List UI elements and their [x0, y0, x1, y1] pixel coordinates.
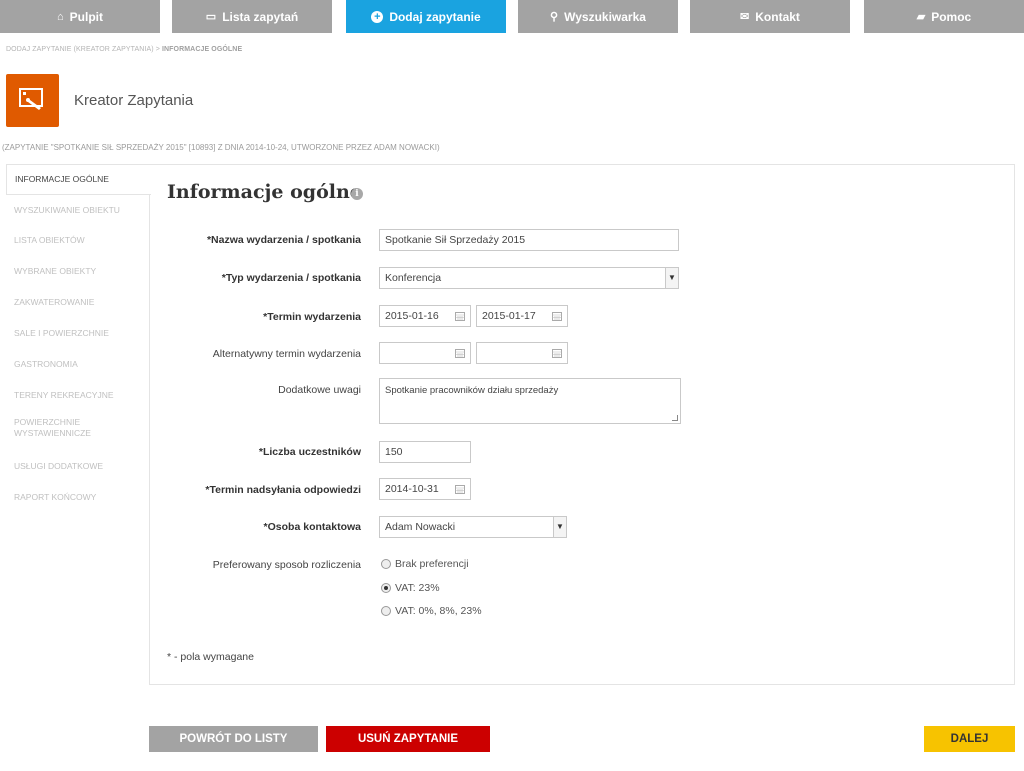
chevron-down-icon[interactable]: ▼ — [553, 517, 566, 537]
nav-pomoc[interactable]: ▰ Pomoc — [864, 0, 1024, 33]
breadcrumb-current: INFORMACJE OGÓLNE — [161, 46, 243, 53]
event-type-value: Konferencja — [385, 272, 442, 284]
home-icon: ⌂ — [57, 10, 64, 23]
participants-label: *Liczba uczestników — [258, 446, 361, 458]
alt-date-from-input[interactable] — [379, 342, 471, 364]
sidebar-item-tereny-rekreacyjne[interactable]: TERENY REKREACYJNE — [6, 380, 150, 411]
sidebar-item-informacje-ogolne[interactable]: INFORMACJE OGÓLNE — [6, 164, 151, 195]
breadcrumb-parent[interactable]: DODAJ ZAPYTANIE (KREATOR ZAPYTANIA) — [6, 46, 154, 53]
section-heading: Informacje ogólne — [167, 181, 362, 203]
resize-handle-icon[interactable] — [672, 415, 678, 421]
event-date-label: *Termin wydarzenia — [263, 311, 361, 323]
billing-option-vat-mixed[interactable]: VAT: 0%, 8%, 23% — [381, 605, 482, 617]
plus-circle-icon: + — [371, 10, 384, 23]
billing-option-vat23[interactable]: VAT: 23% — [381, 582, 440, 594]
nav-dodaj-zapytanie[interactable]: + Dodaj zapytanie — [346, 0, 506, 33]
radio-button[interactable] — [381, 606, 391, 616]
deadline-value: 2014-10-31 — [385, 483, 439, 495]
envelope-icon: ✉ — [740, 11, 750, 23]
sidebar-item-wyszukiwanie-obiektu[interactable]: WYSZUKIWANIE OBIEKTU — [6, 195, 150, 225]
wizard-icon — [19, 88, 43, 110]
breadcrumb-separator: > — [153, 46, 162, 53]
radio-button[interactable] — [381, 559, 391, 569]
top-navigation: ⌂ Pulpit ▭ Lista zapytań + Dodaj zapytan… — [0, 0, 1024, 33]
back-to-list-button[interactable]: POWRÓT DO LISTY — [149, 726, 318, 752]
sidebar-item-zakwaterowanie[interactable]: ZAKWATEROWANIE — [6, 287, 150, 318]
event-type-label: *Typ wydarzenia / spotkania — [221, 272, 361, 284]
nav-kontakt[interactable]: ✉ Kontakt — [690, 0, 850, 33]
nav-pulpit[interactable]: ⌂ Pulpit — [0, 0, 160, 33]
app-logo — [6, 74, 59, 127]
deadline-label: *Termin nadsyłania odpowiedzi — [205, 484, 361, 496]
nav-lista-zapytan[interactable]: ▭ Lista zapytań — [172, 0, 332, 33]
event-date-from-input[interactable]: 2015-01-16 — [379, 305, 471, 327]
sidebar-item-raport-koncowy[interactable]: RAPORT KOŃCOWY — [6, 482, 150, 513]
alt-date-label: Alternatywny termin wydarzenia — [212, 348, 361, 360]
nav-label: Pulpit — [69, 9, 103, 24]
wizard-sidebar: INFORMACJE OGÓLNE WYSZUKIWANIE OBIEKTU L… — [6, 164, 151, 513]
sidebar-item-lista-obiektow[interactable]: LISTA OBIEKTÓW — [6, 225, 150, 256]
billing-label: Preferowany sposob rozliczenia — [212, 559, 361, 571]
sidebar-item-gastronomia[interactable]: GASTRONOMIA — [6, 349, 150, 380]
notes-textarea[interactable]: Spotkanie pracowników działu sprzedaży — [379, 378, 681, 424]
nav-label: Lista zapytań — [222, 9, 299, 24]
notes-value: Spotkanie pracowników działu sprzedaży — [385, 385, 559, 396]
required-note: * - pola wymagane — [167, 651, 254, 663]
nav-wyszukiwarka[interactable]: ⚲ Wyszukiwarka — [518, 0, 678, 33]
event-type-select[interactable]: Konferencja ▼ — [379, 267, 679, 289]
calendar-icon[interactable] — [455, 348, 465, 358]
billing-option-label: Brak preferencji — [395, 558, 469, 570]
next-button[interactable]: DALEJ — [924, 726, 1015, 752]
alt-date-to-input[interactable] — [476, 342, 568, 364]
nav-label: Dodaj zapytanie — [389, 9, 481, 24]
sidebar-item-sale-i-powierzchnie[interactable]: SALE I POWIERZCHNIE — [6, 318, 150, 349]
chevron-down-icon[interactable]: ▼ — [665, 268, 678, 288]
participants-input[interactable]: 150 — [379, 441, 471, 463]
event-date-to-value: 2015-01-17 — [482, 310, 536, 322]
query-subtitle: (ZAPYTANIE "SPOTKANIE SIŁ SPRZEDAŻY 2015… — [2, 143, 440, 152]
notes-label: Dodatkowe uwagi — [278, 384, 361, 396]
app-title: Kreator Zapytania — [74, 92, 194, 109]
search-icon: ⚲ — [550, 11, 559, 23]
event-date-from-value: 2015-01-16 — [385, 310, 439, 322]
event-name-label: *Nazwa wydarzenia / spotkania — [206, 234, 361, 246]
calendar-icon[interactable] — [455, 311, 465, 321]
billing-option-label: VAT: 0%, 8%, 23% — [395, 605, 482, 617]
nav-label: Wyszukiwarka — [564, 9, 646, 24]
event-name-input[interactable]: Spotkanie Sił Sprzedaży 2015 — [379, 229, 679, 251]
contact-value: Adam Nowacki — [385, 521, 456, 533]
breadcrumb: DODAJ ZAPYTANIE (KREATOR ZAPYTANIA) > IN… — [6, 46, 242, 53]
billing-option-label: VAT: 23% — [395, 582, 440, 594]
contact-label: *Osoba kontaktowa — [263, 521, 361, 533]
billing-option-none[interactable]: Brak preferencji — [381, 558, 469, 570]
calendar-icon[interactable] — [552, 348, 562, 358]
sidebar-item-powierzchnie-wystawiennicze[interactable]: POWIERZCHNIE WYSTAWIENNICZE — [6, 411, 116, 451]
sidebar-item-uslugi-dodatkowe[interactable]: USŁUGI DODATKOWE — [6, 451, 150, 482]
radio-button-selected[interactable] — [381, 583, 391, 593]
nav-label: Pomoc — [931, 9, 972, 24]
calendar-icon[interactable] — [552, 311, 562, 321]
delete-query-button[interactable]: USUŃ ZAPYTANIE — [326, 726, 490, 752]
contact-select[interactable]: Adam Nowacki ▼ — [379, 516, 567, 538]
inbox-icon: ▭ — [205, 11, 217, 23]
event-date-to-input[interactable]: 2015-01-17 — [476, 305, 568, 327]
calendar-icon[interactable] — [455, 484, 465, 494]
sidebar-item-wybrane-obiekty[interactable]: WYBRANE OBIEKTY — [6, 256, 150, 287]
book-icon: ▰ — [916, 11, 926, 23]
info-icon[interactable]: i — [351, 188, 363, 200]
deadline-input[interactable]: 2014-10-31 — [379, 478, 471, 500]
nav-label: Kontakt — [755, 9, 800, 24]
